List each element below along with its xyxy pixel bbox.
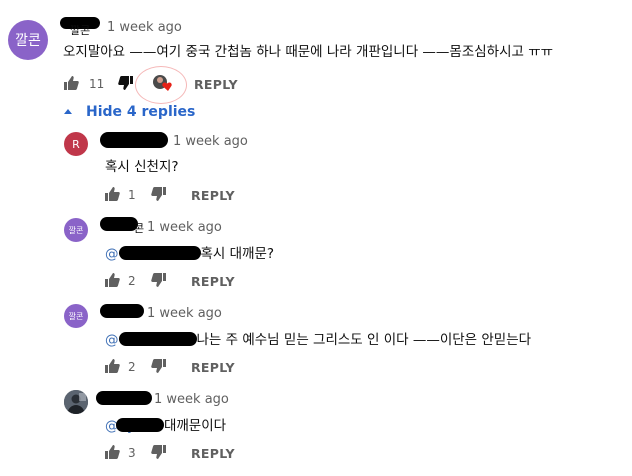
- author-partial[interactable]: 깔콘: [70, 22, 90, 38]
- reply-body: 대깨문이다: [163, 418, 227, 434]
- redacted-author: [100, 217, 138, 231]
- dislike-icon[interactable]: [151, 445, 167, 459]
- dislike-icon[interactable]: [151, 187, 167, 201]
- like-count: 11: [89, 77, 105, 91]
- reply-body: 나는 주 예수님 믿는 그리스도 인 이다 ——이단은 안믿는다: [196, 332, 532, 348]
- reply-button[interactable]: REPLY: [191, 360, 235, 375]
- like-count: 2: [128, 274, 136, 288]
- reply-button[interactable]: REPLY: [191, 446, 235, 461]
- mention-link[interactable]: @: [105, 332, 119, 348]
- avatar-text: 깔콘: [68, 225, 84, 235]
- reply-avatar[interactable]: 깔콘: [64, 218, 88, 242]
- reply-time[interactable]: 1 week ago: [147, 220, 222, 235]
- reply-body: 혹시 대깨문?: [200, 246, 275, 262]
- like-count: 2: [128, 360, 136, 374]
- reply-button[interactable]: REPLY: [191, 274, 235, 289]
- redacted-handle: [118, 332, 197, 346]
- redacted-author: [100, 132, 168, 148]
- reply-time[interactable]: 1 week ago: [154, 392, 229, 407]
- dislike-icon[interactable]: [151, 359, 167, 373]
- avatar-text: 깔콘: [68, 311, 84, 321]
- avatar-text: R: [72, 137, 80, 151]
- comment-text: 오지말아요 ——여기 중국 간첩놈 하나 때문에 나라 개판입니다 ——몸조심하…: [63, 44, 554, 60]
- reply-text: @Ryan대깨문이다: [105, 414, 226, 434]
- like-count: 3: [128, 446, 136, 460]
- creator-heart-icon[interactable]: [152, 74, 174, 92]
- reply-avatar[interactable]: [64, 390, 88, 414]
- reply-text: @ 혹시 대깨문?: [105, 242, 274, 262]
- redacted-author: [96, 391, 152, 405]
- comment-time[interactable]: 1 week ago: [107, 20, 182, 35]
- redacted-handle: [118, 246, 201, 260]
- like-icon[interactable]: [104, 273, 120, 287]
- reply-button[interactable]: REPLY: [194, 77, 238, 92]
- redacted-author: [100, 304, 144, 318]
- top-comment-avatar[interactable]: 깔콘: [8, 20, 48, 60]
- dislike-icon[interactable]: [118, 76, 134, 90]
- reply-time[interactable]: 1 week ago: [173, 134, 248, 149]
- redacted-handle: [115, 418, 164, 432]
- like-icon[interactable]: [104, 187, 120, 201]
- reply-time[interactable]: 1 week ago: [147, 306, 222, 321]
- profile-photo-icon: [64, 390, 88, 414]
- reply-button[interactable]: REPLY: [191, 188, 235, 203]
- like-count: 1: [128, 188, 136, 202]
- caret-up-icon: [64, 109, 72, 114]
- hide-replies-button[interactable]: Hide 4 replies: [64, 104, 195, 120]
- dislike-icon[interactable]: [151, 273, 167, 287]
- mention-link[interactable]: @: [105, 246, 119, 262]
- like-icon[interactable]: [104, 359, 120, 373]
- like-icon[interactable]: [63, 76, 79, 90]
- hide-replies-label: Hide 4 replies: [86, 104, 196, 120]
- like-icon[interactable]: [104, 445, 120, 459]
- reply-avatar[interactable]: R: [64, 132, 88, 156]
- reply-text: @ 나는 주 예수님 믿는 그리스도 인 이다 ——이단은 안믿는다: [105, 328, 531, 348]
- avatar-text: 깔콘: [15, 33, 41, 49]
- reply-text: 혹시 신천지?: [105, 159, 179, 175]
- author-partial[interactable]: 콘: [134, 220, 144, 236]
- reply-avatar[interactable]: 깔콘: [64, 304, 88, 328]
